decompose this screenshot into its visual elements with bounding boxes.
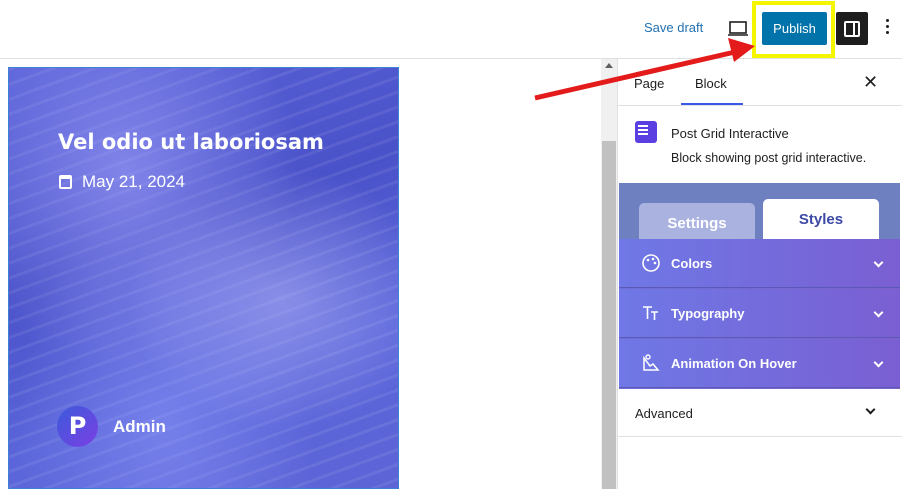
calendar-icon bbox=[59, 175, 72, 189]
post-author: P Admin bbox=[57, 406, 166, 447]
colors-accordion[interactable]: Colors bbox=[619, 239, 900, 288]
preview-button[interactable] bbox=[726, 18, 750, 40]
typography-label: Typography bbox=[671, 306, 745, 321]
tab-styles[interactable]: Styles bbox=[763, 199, 879, 239]
typography-icon bbox=[641, 303, 661, 323]
settings-sidebar: Page Block ✕ Post Grid Interactive Block… bbox=[617, 59, 902, 489]
block-description: Block showing post grid interactive. bbox=[671, 151, 867, 165]
author-name[interactable]: Admin bbox=[113, 417, 166, 437]
palette-icon bbox=[641, 253, 661, 273]
tab-page[interactable]: Page bbox=[634, 76, 664, 91]
animation-icon bbox=[641, 353, 661, 373]
panel-tabs: Settings Styles bbox=[619, 183, 900, 239]
post-grid-card[interactable]: Vel odio ut laboriosam May 21, 2024 P Ad… bbox=[8, 67, 399, 489]
settings-toggle-button[interactable] bbox=[836, 12, 868, 45]
publish-button[interactable]: Publish bbox=[762, 12, 827, 45]
avatar: P bbox=[57, 406, 98, 447]
post-date-text: May 21, 2024 bbox=[82, 172, 186, 191]
animation-on-hover-label: Animation On Hover bbox=[671, 356, 797, 371]
tab-block[interactable]: Block bbox=[695, 76, 727, 91]
chevron-down-icon bbox=[873, 257, 884, 268]
advanced-section[interactable]: Advanced bbox=[618, 389, 902, 437]
block-name: Post Grid Interactive bbox=[671, 126, 789, 141]
editor-canvas: Vel odio ut laboriosam May 21, 2024 P Ad… bbox=[0, 59, 601, 489]
chevron-down-icon bbox=[865, 404, 876, 415]
advanced-label: Advanced bbox=[635, 406, 693, 421]
post-title[interactable]: Vel odio ut laboriosam bbox=[58, 130, 324, 154]
tab-settings[interactable]: Settings bbox=[639, 203, 755, 239]
block-inspector-panel: Settings Styles Colors Typography Animat… bbox=[619, 183, 900, 389]
scrollbar-thumb[interactable] bbox=[602, 141, 616, 489]
post-grid-block-icon bbox=[635, 121, 657, 143]
chevron-down-icon bbox=[873, 357, 884, 368]
typography-accordion[interactable]: Typography bbox=[619, 289, 900, 338]
kebab-menu-icon[interactable] bbox=[880, 16, 894, 40]
sidebar-toggle-icon bbox=[844, 21, 860, 37]
canvas-scrollbar[interactable] bbox=[601, 59, 617, 489]
colors-label: Colors bbox=[671, 256, 713, 271]
sidebar-tabs: Page Block ✕ bbox=[618, 59, 902, 106]
scroll-up-arrow-icon[interactable] bbox=[605, 63, 613, 68]
save-draft-button[interactable]: Save draft bbox=[644, 20, 703, 35]
editor-top-bar: Save draft Publish bbox=[0, 0, 902, 59]
active-tab-indicator bbox=[681, 103, 743, 105]
close-icon[interactable]: ✕ bbox=[863, 72, 878, 93]
laptop-icon bbox=[728, 21, 748, 36]
animation-on-hover-accordion[interactable]: Animation On Hover bbox=[619, 339, 900, 388]
chevron-down-icon bbox=[873, 307, 884, 318]
post-date: May 21, 2024 bbox=[59, 172, 185, 192]
